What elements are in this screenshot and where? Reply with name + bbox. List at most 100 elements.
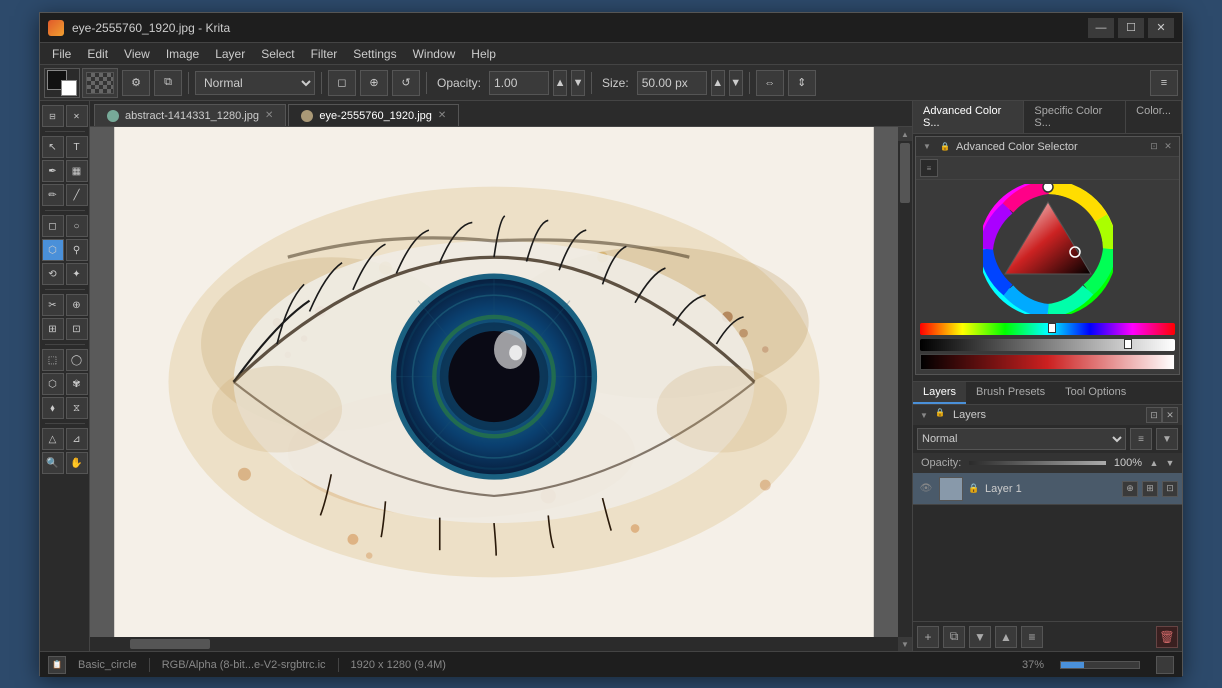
tab-close-eye[interactable]: ✕: [438, 110, 446, 121]
tool-options-btn[interactable]: ⚙: [122, 70, 150, 96]
delete-layer-btn[interactable]: 🗑: [1156, 626, 1178, 648]
select-tool[interactable]: ↖: [42, 136, 64, 158]
value-thumb[interactable]: [1124, 339, 1132, 349]
menu-window[interactable]: Window: [405, 45, 464, 63]
opacity-up-btn[interactable]: ▲: [553, 70, 567, 96]
zoom-slider[interactable]: [1060, 661, 1140, 669]
menu-filter[interactable]: Filter: [303, 45, 346, 63]
pan-tool[interactable]: ✋: [66, 452, 88, 474]
hue-thumb[interactable]: [1048, 323, 1056, 333]
layer-action-3[interactable]: ⊡: [1162, 481, 1178, 497]
close-toolbox-btn[interactable]: ✕: [66, 105, 88, 127]
layer-opacity-slider[interactable]: [969, 461, 1106, 465]
move-layer-up-btn[interactable]: ▲: [995, 626, 1017, 648]
text-tool[interactable]: T: [66, 136, 88, 158]
horizontal-scrollbar[interactable]: [90, 637, 898, 651]
panel-close-btn[interactable]: ✕: [1161, 140, 1175, 154]
tab-advanced-color[interactable]: Advanced Color S...: [913, 101, 1024, 133]
layer-properties-btn[interactable]: ≡: [1021, 626, 1043, 648]
hue-slider[interactable]: [920, 323, 1175, 335]
menu-help[interactable]: Help: [463, 45, 504, 63]
layer-action-2[interactable]: ⊞: [1142, 481, 1158, 497]
tab-specific-color[interactable]: Specific Color S...: [1024, 101, 1126, 133]
tool-options-toggle[interactable]: ⊟: [42, 105, 64, 127]
rect-tool[interactable]: ◻: [42, 215, 64, 237]
menu-settings[interactable]: Settings: [345, 45, 404, 63]
calligraphy-tool[interactable]: ✒: [42, 160, 64, 182]
size-up-btn[interactable]: ▲: [711, 70, 725, 96]
warp-tool[interactable]: ⊞: [42, 318, 64, 340]
line-tool[interactable]: ╱: [66, 184, 88, 206]
tab-brush-presets[interactable]: Brush Presets: [966, 382, 1055, 404]
close-button[interactable]: ✕: [1148, 18, 1174, 38]
value-slider[interactable]: [920, 339, 1175, 351]
crop-tool[interactable]: ✂: [42, 294, 64, 316]
panel-collapse-btn[interactable]: ▼: [920, 140, 934, 154]
layers-collapse-btn[interactable]: ▼: [917, 408, 931, 422]
zoom-tool[interactable]: 🔍: [42, 452, 64, 474]
freehand-select-tool[interactable]: ✾: [66, 373, 88, 395]
scroll-h-thumb[interactable]: [130, 639, 210, 649]
tab-close-abstract[interactable]: ✕: [265, 110, 273, 121]
foreground-color-btn[interactable]: [44, 68, 80, 98]
reset-btn[interactable]: ↺: [392, 70, 420, 96]
tab-eye[interactable]: eye-2555760_1920.jpg ✕: [288, 104, 459, 126]
layer-blend-select[interactable]: Normal: [917, 428, 1126, 450]
scroll-up-btn[interactable]: ▲: [898, 127, 912, 141]
menu-image[interactable]: Image: [158, 45, 207, 63]
vertical-scrollbar[interactable]: ▲ ▼: [898, 127, 912, 651]
layer-opacity-down[interactable]: ▼: [1162, 455, 1178, 471]
opacity-input[interactable]: [489, 71, 549, 95]
menu-edit[interactable]: Edit: [79, 45, 116, 63]
layer-item-1[interactable]: 👁 🔒 Layer 1 ⊕ ⊞ ⊡: [913, 473, 1182, 505]
rect-select-tool[interactable]: ⬚: [42, 349, 64, 371]
ellipse-tool[interactable]: ○: [66, 215, 88, 237]
layer-filter-btn2[interactable]: ▼: [1156, 428, 1178, 450]
contiguous-select-tool[interactable]: ⬧: [42, 397, 64, 419]
tab-layers[interactable]: Layers: [913, 382, 966, 404]
dynamic-brush-tool[interactable]: ✦: [66, 263, 88, 285]
copy-layer-btn[interactable]: ⧉: [943, 626, 965, 648]
scroll-v-thumb[interactable]: [900, 143, 910, 203]
add-layer-btn[interactable]: +: [917, 626, 939, 648]
size-down-btn[interactable]: ▼: [729, 70, 743, 96]
mirror-btn[interactable]: ⧉: [154, 70, 182, 96]
layers-float-btn[interactable]: ⊡: [1146, 407, 1162, 423]
size-input[interactable]: [637, 71, 707, 95]
menu-view[interactable]: View: [116, 45, 158, 63]
move-layer-down-btn[interactable]: ▼: [969, 626, 991, 648]
ellipse-select-tool[interactable]: ◯: [66, 349, 88, 371]
bezier-tool[interactable]: ⚲: [66, 239, 88, 261]
cage-tool[interactable]: ⊡: [66, 318, 88, 340]
layer-filter-btn[interactable]: ≡: [1130, 428, 1152, 450]
color-pattern-btn[interactable]: [82, 68, 118, 98]
transform-tool[interactable]: ⊕: [66, 294, 88, 316]
canvas-image[interactable]: [90, 127, 898, 637]
scroll-v-track[interactable]: [898, 141, 912, 637]
tab-color-history[interactable]: Color...: [1126, 101, 1182, 133]
poly-select-tool[interactable]: ⬡: [42, 373, 64, 395]
similar-select-tool[interactable]: ⧖: [66, 397, 88, 419]
color-wheel-area[interactable]: [916, 180, 1179, 318]
preserve-alpha-btn[interactable]: ⊕: [360, 70, 388, 96]
freehand-tool[interactable]: ⟲: [42, 263, 64, 285]
layer-action-1[interactable]: ⊕: [1122, 481, 1138, 497]
menu-select[interactable]: Select: [253, 45, 302, 63]
scroll-down-btn[interactable]: ▼: [898, 637, 912, 651]
color-settings-btn[interactable]: ≡: [920, 159, 938, 177]
reference-tool[interactable]: ⊿: [66, 428, 88, 450]
layers-close-btn[interactable]: ✕: [1162, 407, 1178, 423]
more-btn[interactable]: ≡: [1150, 70, 1178, 96]
measure-tool[interactable]: △: [42, 428, 64, 450]
brush-tool[interactable]: ✏: [42, 184, 64, 206]
fill-tool[interactable]: ▦: [66, 160, 88, 182]
menu-file[interactable]: File: [44, 45, 79, 63]
minimize-button[interactable]: —: [1088, 18, 1114, 38]
mirror-v-btn[interactable]: ⇕: [788, 70, 816, 96]
menu-layer[interactable]: Layer: [207, 45, 253, 63]
opacity-down-btn[interactable]: ▼: [571, 70, 585, 96]
layer-opacity-up[interactable]: ▲: [1146, 455, 1162, 471]
panel-float-btn[interactable]: ⊡: [1147, 140, 1161, 154]
mirror-h-btn[interactable]: ⇔: [756, 70, 784, 96]
tab-abstract[interactable]: abstract-1414331_1280.jpg ✕: [94, 104, 286, 126]
